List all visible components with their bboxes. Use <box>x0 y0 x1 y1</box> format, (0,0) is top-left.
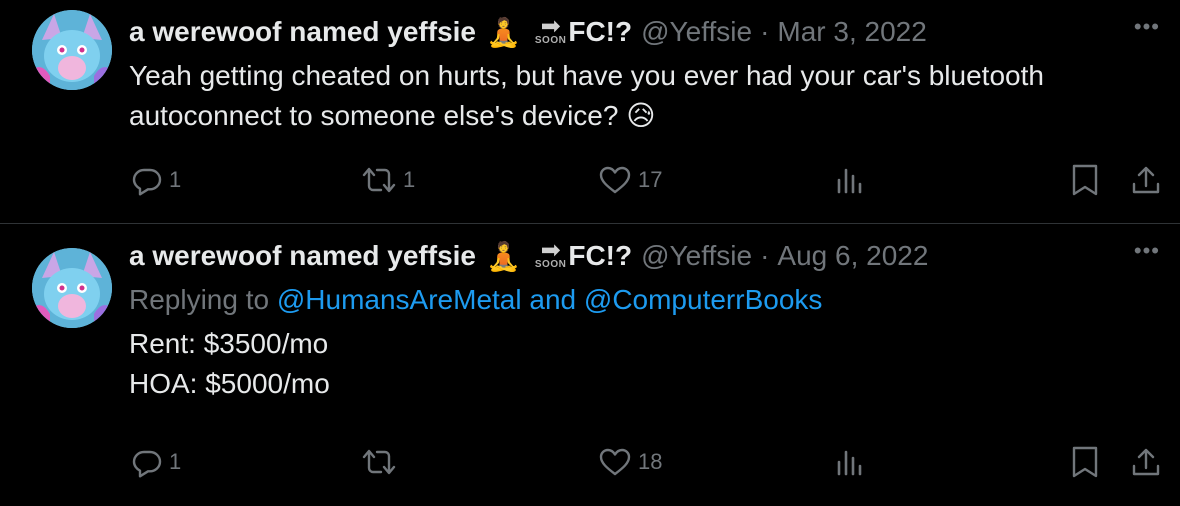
replying-prefix: Replying to <box>129 284 277 315</box>
mention-link[interactable]: @HumansAreMetal <box>277 284 522 315</box>
share-icon <box>1130 446 1162 478</box>
views-button[interactable] <box>834 442 866 482</box>
handle[interactable]: @Yeffsie <box>641 240 752 272</box>
share-icon <box>1130 164 1162 196</box>
like-button[interactable]: 18 <box>598 442 662 482</box>
action-bar: 1 1 17 <box>0 160 1180 200</box>
tweet-text-line: Rent: $3500/mo <box>129 328 329 359</box>
tweet-header: a werewoof named yeffsie 🧘 ➡ SOON FC!? @… <box>129 15 927 49</box>
share-button[interactable] <box>1130 442 1162 482</box>
reply-icon <box>131 446 163 478</box>
views-button[interactable] <box>834 160 866 200</box>
fc-label: FC!? <box>568 16 633 47</box>
like-icon <box>598 446 632 478</box>
bookmark-icon <box>1070 445 1100 479</box>
soon-badge: ➡ SOON <box>534 13 567 46</box>
bookmark-button[interactable] <box>1070 442 1100 482</box>
like-icon <box>598 164 632 196</box>
soon-label: SOON <box>534 259 567 270</box>
retweet-icon <box>361 446 397 478</box>
timestamp[interactable]: Mar 3, 2022 <box>777 16 926 48</box>
display-name[interactable]: a werewoof named yeffsie <box>129 16 476 48</box>
views-icon <box>834 164 866 196</box>
soon-badge: ➡ SOON <box>534 237 567 270</box>
tweet[interactable]: a werewoof named yeffsie 🧘 ➡ SOON FC!? @… <box>0 0 1180 224</box>
retweet-icon <box>361 164 397 196</box>
bookmark-button[interactable] <box>1070 160 1100 200</box>
tweet-text-line: HOA: $5000/mo <box>129 368 330 399</box>
like-button[interactable]: 17 <box>598 160 662 200</box>
timestamp[interactable]: Aug 6, 2022 <box>777 240 928 272</box>
soon-label: SOON <box>534 35 567 46</box>
avatar[interactable] <box>32 10 112 90</box>
tweet-header: a werewoof named yeffsie 🧘 ➡ SOON FC!? @… <box>129 239 928 273</box>
reply-button[interactable]: 1 <box>131 442 181 482</box>
retweet-count: 1 <box>403 167 416 192</box>
reply-button[interactable]: 1 <box>131 160 181 200</box>
fc-label: FC!? <box>568 240 633 271</box>
soon-arrow-icon: ➡ <box>540 13 561 40</box>
reply-icon <box>131 164 163 196</box>
more-icon[interactable]: ••• <box>1134 238 1160 264</box>
avatar[interactable] <box>32 248 112 328</box>
bookmark-icon <box>1070 163 1100 197</box>
like-count: 18 <box>638 449 663 474</box>
handle[interactable]: @Yeffsie <box>641 16 752 48</box>
tweet[interactable]: a werewoof named yeffsie 🧘 ➡ SOON FC!? @… <box>0 224 1180 506</box>
mention-link[interactable]: @ComputerrBooks <box>584 284 823 315</box>
retweet-button[interactable]: 1 <box>361 160 415 200</box>
display-name[interactable]: a werewoof named yeffsie <box>129 240 476 272</box>
reply-count: 1 <box>169 167 182 192</box>
tweet-text: Rent: $3500/mo HOA: $5000/mo <box>129 324 1159 404</box>
meditation-emoji: 🧘 <box>486 240 521 272</box>
action-bar: 1 18 <box>0 442 1180 482</box>
like-count: 17 <box>638 167 663 192</box>
tweet-text: Yeah getting cheated on hurts, but have … <box>129 60 1044 131</box>
separator: · <box>760 16 770 47</box>
reply-count: 1 <box>169 449 182 474</box>
more-icon[interactable]: ••• <box>1134 14 1160 40</box>
replying-and: and <box>521 284 584 315</box>
separator: · <box>760 240 770 271</box>
views-icon <box>834 446 866 478</box>
meditation-emoji: 🧘 <box>486 16 521 48</box>
retweet-button[interactable] <box>361 442 403 482</box>
replying-to: Replying to @HumansAreMetal and @Compute… <box>129 280 822 320</box>
soon-arrow-icon: ➡ <box>540 237 561 264</box>
share-button[interactable] <box>1130 160 1162 200</box>
